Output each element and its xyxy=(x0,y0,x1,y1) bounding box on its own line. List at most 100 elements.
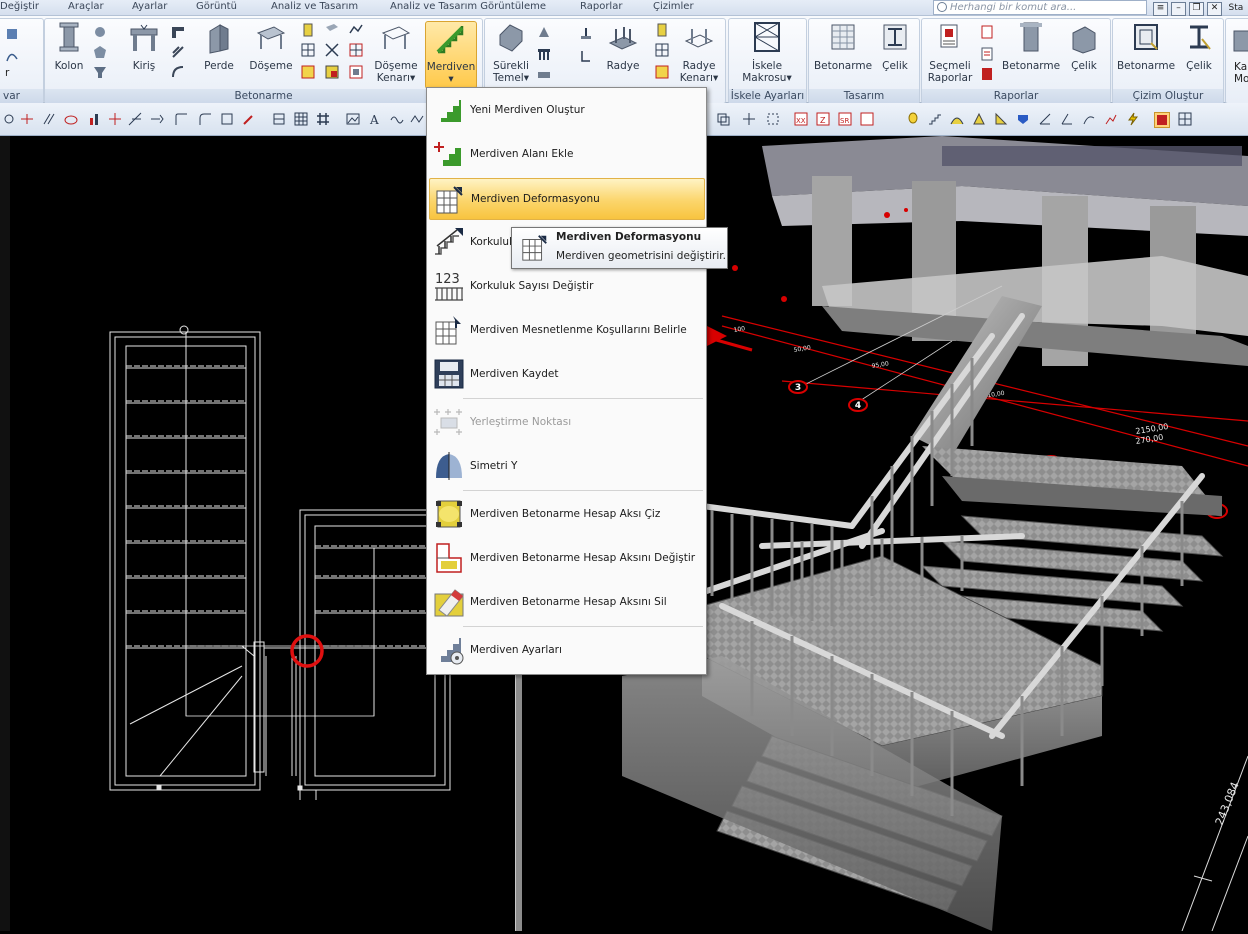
curve-tool-icon[interactable] xyxy=(5,49,19,63)
menu-item-merdiven-alani-ekle[interactable]: Merdiven Alanı Ekle xyxy=(429,134,703,174)
kiris-button[interactable]: Kiriş xyxy=(125,21,163,72)
report-tool-1-icon[interactable] xyxy=(980,25,994,39)
line-cut-icon[interactable] xyxy=(20,112,34,126)
scale-icon[interactable] xyxy=(766,112,780,126)
doseme-kenari-button[interactable]: Döşeme Kenarı▾ xyxy=(373,21,419,84)
xx-icon[interactable]: XX xyxy=(794,112,808,126)
menu-araclar[interactable]: Araçlar xyxy=(68,0,104,14)
polygon-column-icon[interactable] xyxy=(93,45,107,59)
angle2-icon[interactable] xyxy=(1060,112,1074,126)
slab-tool-4-icon[interactable] xyxy=(325,23,339,37)
wand-icon[interactable] xyxy=(242,112,256,126)
restore-icon[interactable]: ❐ xyxy=(1189,2,1204,16)
rapor-celik-button[interactable]: Çelik xyxy=(1064,21,1104,72)
menu-goruntu[interactable]: Görüntü xyxy=(196,0,237,14)
view-toggle-icon[interactable] xyxy=(1154,112,1170,128)
slab-tool-6-icon[interactable] xyxy=(325,65,339,79)
menu-item-merdiven-deformasyonu[interactable]: Merdiven Deformasyonu xyxy=(429,178,705,220)
cizim-celik-button[interactable]: Çelik xyxy=(1179,21,1219,72)
table-icon[interactable] xyxy=(294,112,308,126)
secmeli-raporlar-button[interactable]: Seçmeli Raporlar xyxy=(924,21,976,84)
pan-icon[interactable] xyxy=(860,112,874,126)
circle-column-icon[interactable] xyxy=(93,25,107,39)
menu-item-merdiven-kaydet[interactable]: Merdiven Kaydet xyxy=(429,354,703,394)
surekli-temel-button[interactable]: Sürekli Temel▾ xyxy=(489,21,533,84)
beam-tool-1-icon[interactable] xyxy=(171,25,185,39)
lightning-icon[interactable] xyxy=(1126,112,1140,126)
radye-button[interactable]: Radye xyxy=(601,21,645,72)
z-icon[interactable]: Z xyxy=(816,112,830,126)
cross-icon[interactable] xyxy=(108,112,122,126)
grid-icon[interactable] xyxy=(316,112,330,126)
rapor-betonarme-button[interactable]: Betonarme xyxy=(1002,21,1060,72)
partial-tool-icon[interactable] xyxy=(1232,29,1248,53)
merdiven-button[interactable]: Merdiven ▾ xyxy=(425,21,477,89)
parallel-icon[interactable] xyxy=(42,112,56,126)
fillet-icon[interactable] xyxy=(198,112,212,126)
image-icon[interactable] xyxy=(346,112,360,126)
trim-icon[interactable] xyxy=(128,112,142,126)
menu-cizimler[interactable]: Çizimler xyxy=(653,0,694,14)
text-icon[interactable]: A xyxy=(368,112,382,126)
table-view-icon[interactable] xyxy=(1178,112,1192,126)
copy-icon[interactable] xyxy=(716,112,730,126)
funnel-column-icon[interactable] xyxy=(93,65,107,79)
menu-item-hesap-aksi-ciz[interactable]: Merdiven Betonarme Hesap Aksı Çiz xyxy=(429,494,703,534)
slab-tool-5-icon[interactable] xyxy=(325,43,339,57)
menu-item-hesap-aksi-sil[interactable]: Merdiven Betonarme Hesap Aksını Sil xyxy=(429,582,703,622)
menu-item-yeni-merdiven[interactable]: Yeni Merdiven Oluştur xyxy=(429,90,703,130)
menu-item-mesnetlenme[interactable]: Merdiven Mesnetlenme Koşullarını Belirle xyxy=(429,310,703,350)
menu-ayarlar[interactable]: Ayarlar xyxy=(132,0,167,14)
report-tool-2-icon[interactable] xyxy=(980,47,994,61)
corner-icon[interactable] xyxy=(174,112,188,126)
menu-raporlar[interactable]: Raporlar xyxy=(580,0,622,14)
menu-item-korkuluk-sayisi[interactable]: 123 Korkuluk Sayısı Değiştir xyxy=(429,266,703,306)
perde-button[interactable]: Perde xyxy=(201,21,237,72)
block-icon[interactable] xyxy=(272,112,286,126)
footing-tool-2-icon[interactable] xyxy=(537,47,551,61)
kolon-button[interactable]: Kolon xyxy=(51,21,87,72)
wall-tool-icon[interactable] xyxy=(5,27,19,41)
doseme-button[interactable]: Döşeme xyxy=(249,21,293,72)
radye-kenari-button[interactable]: Radye Kenarı▾ xyxy=(677,21,721,84)
tasarim-betonarme-button[interactable]: Betonarme xyxy=(813,21,873,72)
tri2-icon[interactable] xyxy=(994,112,1008,126)
wave-icon[interactable] xyxy=(390,112,404,126)
cloud-icon[interactable] xyxy=(64,112,78,126)
menu-item-merdiven-ayarlari[interactable]: Merdiven Ayarları xyxy=(429,630,703,670)
move-icon[interactable] xyxy=(742,112,756,126)
cizim-betonarme-button[interactable]: Betonarme xyxy=(1115,21,1177,72)
menu-analiz-tasarim[interactable]: Analiz ve Tasarım xyxy=(271,0,358,14)
iskele-makrosu-button[interactable]: İskele Makrosu▾ xyxy=(737,21,797,84)
slab-tool-9-icon[interactable] xyxy=(349,65,363,79)
footing-tool-3-icon[interactable] xyxy=(537,67,551,81)
command-search-input[interactable]: Herhangi bir komut ara... xyxy=(933,0,1147,15)
curve-graph-icon[interactable] xyxy=(1082,112,1096,126)
triangle-icon[interactable] xyxy=(972,112,986,126)
footing-tool-1-icon[interactable] xyxy=(537,25,551,39)
menu-item-simetri-y[interactable]: Simetri Y xyxy=(429,446,703,486)
raft-tool-1-icon[interactable] xyxy=(655,23,669,37)
tasarim-celik-button[interactable]: Çelik xyxy=(875,21,915,72)
report-tool-3-icon[interactable] xyxy=(980,67,994,81)
chart-line-icon[interactable] xyxy=(1104,112,1118,126)
frame-icon[interactable] xyxy=(220,112,234,126)
menu-degistir[interactable]: Değiştir xyxy=(0,0,39,14)
bulb-icon[interactable] xyxy=(906,112,920,126)
close-icon[interactable]: ✕ xyxy=(1207,2,1222,16)
layout-icon[interactable]: ≡ xyxy=(1153,2,1168,16)
beam-tool-2-icon[interactable] xyxy=(171,45,185,59)
slab-grid-icon[interactable] xyxy=(301,43,315,57)
snap-icon[interactable] xyxy=(2,112,16,126)
slab-tool-8-icon[interactable] xyxy=(349,43,363,57)
beam-tool-3-icon[interactable] xyxy=(171,65,185,79)
bar-chart-icon[interactable] xyxy=(88,112,102,126)
footing-tool-5-icon[interactable] xyxy=(579,49,593,63)
minimize-icon[interactable]: – xyxy=(1171,2,1186,16)
sr-icon[interactable]: SR xyxy=(838,112,852,126)
slab-tool-3-icon[interactable] xyxy=(301,65,315,79)
slab-tool-7-icon[interactable] xyxy=(349,23,363,37)
extend-icon[interactable] xyxy=(150,112,164,126)
menu-item-hesap-aksi-degistir[interactable]: Merdiven Betonarme Hesap Aksını Değiştir xyxy=(429,538,703,578)
shield-icon[interactable] xyxy=(1016,112,1030,126)
